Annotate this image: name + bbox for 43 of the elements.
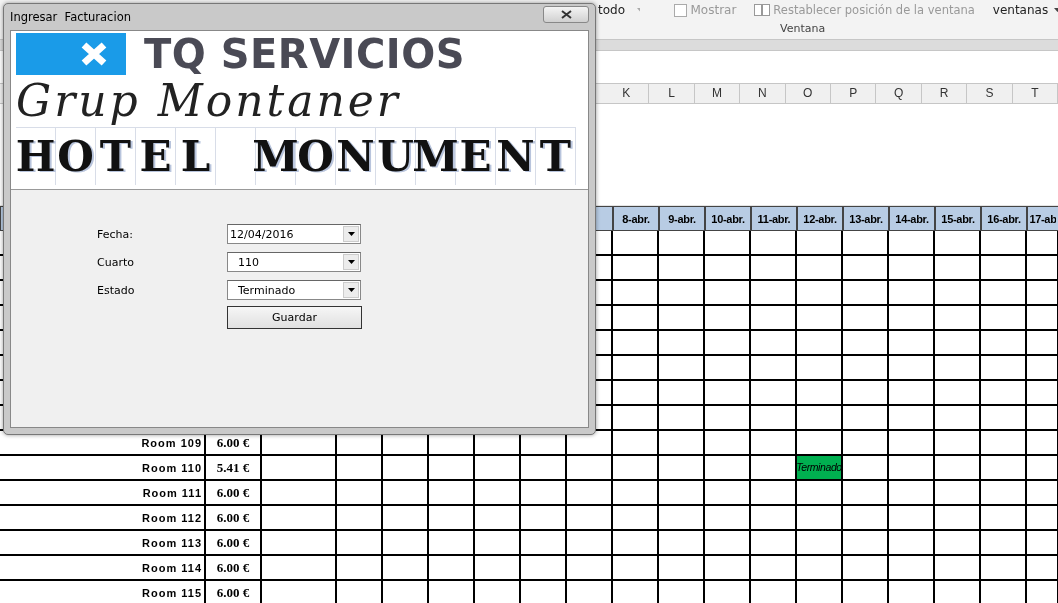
banner-letter: M <box>252 132 299 181</box>
date-header: 13-abr. <box>843 206 889 231</box>
banner-letter: T <box>539 132 572 181</box>
ribbon-group-label: Ventana <box>779 21 827 37</box>
date-header: 12-abr. <box>797 206 843 231</box>
field-label: Estado <box>97 284 136 297</box>
date-header: 11-abr. <box>751 206 797 231</box>
room-label: Room 113 <box>0 531 206 556</box>
logo-text: TQ SERVICIOS <box>144 33 466 75</box>
room-price: 6.00 € <box>206 556 262 581</box>
room-price: 6.00 € <box>206 506 262 531</box>
room-price: 6.00 € <box>206 481 262 506</box>
banner-letter: E <box>459 132 492 181</box>
room-price: 6.00 € <box>206 531 262 556</box>
date-header: 9-abr. <box>659 206 705 231</box>
banner-letter: L <box>180 132 211 181</box>
room-label: Room 110 <box>0 456 206 481</box>
room-label: Room 115 <box>0 581 206 603</box>
banner-letter: T <box>99 132 132 181</box>
signature: Grup Montaner <box>16 75 402 127</box>
field-label: Cuarto <box>97 256 135 269</box>
date-header: 16-abr. <box>981 206 1027 231</box>
room-label: Room 112 <box>0 506 206 531</box>
date-header: 14-abr. <box>889 206 935 231</box>
banner-letter: U <box>377 132 414 181</box>
window-title: Ingresar Facturacion <box>10 10 131 24</box>
room-label: Room 111 <box>0 481 206 506</box>
date-header: 17-ab <box>1027 206 1058 231</box>
field-label: Fecha: <box>97 228 134 241</box>
banner-letter: N <box>336 132 375 181</box>
banner-letter: H <box>15 132 56 181</box>
date-header: 10-abr. <box>705 206 751 231</box>
room-label: Room 114 <box>0 556 206 581</box>
date-header: 8-abr. <box>613 206 659 231</box>
banner-letter: E <box>139 132 172 181</box>
status-text: Terminado <box>796 461 842 474</box>
banner-letter: M <box>412 132 459 181</box>
banner-letter: O <box>297 132 334 181</box>
room-price: 6.00 € <box>206 581 262 603</box>
room-price: 5.41 € <box>206 456 262 481</box>
date-header: 15-abr. <box>935 206 981 231</box>
banner-letter: N <box>496 132 535 181</box>
banner-letter: O <box>57 132 94 181</box>
